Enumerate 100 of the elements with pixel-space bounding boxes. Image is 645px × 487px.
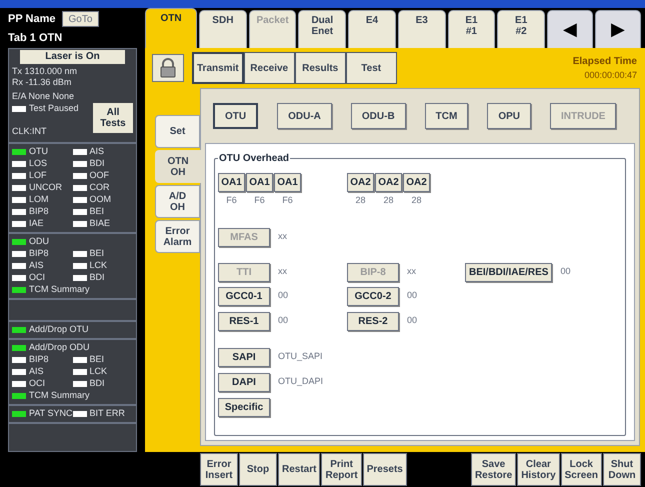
field-button[interactable]: BEI/BDI/IAE/RES (465, 262, 552, 282)
field-button[interactable]: SAPI (218, 348, 270, 366)
byte-value: F6 (254, 194, 265, 207)
byte-value: 28 (411, 194, 422, 207)
field-button[interactable]: DAPI (218, 372, 270, 392)
lock-button[interactable] (152, 54, 184, 82)
tx-reading: Tx 1310.000 nm (12, 66, 78, 77)
field-value: xx (278, 265, 287, 278)
side-tab[interactable]: A/D OH (155, 185, 200, 218)
field-button[interactable]: OA1 (218, 173, 245, 192)
field-button[interactable]: RES-1 (218, 312, 270, 330)
field-button[interactable]: RES-2 (347, 312, 399, 330)
field-button[interactable]: GCC0-2 (347, 286, 399, 306)
tab-label: Tab 1 OTN (8, 30, 64, 46)
toolbar-button[interactable]: Shut Down (603, 453, 641, 486)
alarm-label: OOF (90, 169, 109, 182)
status-label: Test Paused (29, 102, 79, 115)
tab[interactable]: Dual Enet (298, 10, 346, 48)
side-tab[interactable]: OTN OH (155, 150, 201, 183)
tab[interactable]: OTN (145, 8, 197, 48)
field-button[interactable]: OA2 (347, 173, 374, 192)
field-button[interactable]: GCC0-1 (218, 286, 270, 306)
field-button[interactable]: OA1 (274, 173, 301, 192)
toolbar-button[interactable]: Lock Screen (560, 453, 602, 486)
sub-tab[interactable]: Test (346, 52, 397, 84)
alarm-label: COR (90, 181, 110, 194)
alarm-label: OCI (29, 377, 46, 390)
alarm-label: BEI (90, 247, 104, 260)
goto-button[interactable]: GoTo (62, 11, 100, 28)
alarm-label: AIS (29, 365, 44, 378)
layer-button[interactable]: ODU-B (350, 103, 406, 129)
alarm-label: OCI (29, 271, 46, 284)
elapsed-time-label: Elapsed Time (572, 54, 637, 69)
tab-scroll-button[interactable]: ◀ (547, 10, 594, 48)
field-button[interactable]: OA2 (375, 173, 402, 192)
field-value: 00 (407, 314, 418, 328)
sub-tab[interactable]: Transmit (192, 52, 244, 84)
field-button[interactable]: OA1 (246, 173, 273, 192)
byte-value: F6 (226, 194, 237, 207)
all-tests-button[interactable]: All Tests (93, 103, 133, 133)
layer-button[interactable]: OPU (487, 103, 532, 129)
tab[interactable]: E3 (398, 10, 446, 48)
toolbar-button[interactable]: Error Insert (200, 453, 238, 486)
alarm-label: OTU (29, 145, 48, 158)
alarm-label: ODU (29, 235, 49, 248)
layer-button[interactable]: OTU (213, 103, 258, 129)
sub-tab[interactable]: Receive (244, 52, 295, 84)
field-button: TTI (218, 262, 270, 282)
field-value: 00 (407, 289, 418, 302)
alarm-label: TCM Summary (29, 283, 90, 296)
field-button: BIP-8 (347, 262, 399, 282)
toolbar-button[interactable]: Restart (278, 453, 320, 486)
field-value: OTU_DAPI (278, 375, 324, 388)
alarm-label: BIT ERR (90, 407, 125, 420)
alarm-label: BEI (90, 205, 104, 218)
alarm-label: BDI (90, 271, 105, 284)
alarm-label: UNCOR (29, 181, 62, 194)
alarm-label: PAT SYNC (29, 407, 73, 420)
tab[interactable]: E1 #2 (497, 10, 546, 48)
field-button[interactable]: OA2 (403, 173, 430, 192)
field-button: MFAS (218, 228, 270, 246)
alarm-label: AIS (90, 145, 104, 158)
toolbar-button[interactable]: Clear History (517, 453, 560, 486)
alarm-label: AIS (29, 259, 44, 272)
alarm-label: LOS (29, 157, 48, 170)
byte-value: 28 (383, 194, 394, 207)
toolbar-button[interactable]: Save Restore (470, 453, 516, 486)
alarm-label: LOF (29, 169, 47, 182)
tab[interactable]: SDH (199, 10, 247, 48)
alarm-label: LOM (29, 193, 49, 206)
toolbar-button[interactable]: Stop (239, 453, 277, 486)
field-value: OTU_SAPI (278, 350, 323, 364)
alarm-label: Add/Drop ODU (29, 341, 90, 354)
clock-source: CLK:INT (12, 124, 48, 138)
layer-button[interactable]: TCM (424, 103, 468, 129)
alarm-label: BIP8 (29, 205, 49, 218)
pp-name: PP Name (8, 12, 56, 27)
toolbar-button[interactable]: Print Report (321, 453, 362, 486)
alarm-label: OOM (90, 193, 111, 206)
side-tab[interactable]: Set (155, 115, 200, 148)
tab: Packet (248, 10, 296, 48)
tab[interactable]: E1 #1 (448, 10, 496, 48)
tab-scroll-button[interactable]: ▶ (595, 10, 642, 48)
alarm-label: LCK (90, 259, 108, 272)
alarm-label: Add/Drop OTU (29, 323, 89, 336)
field-value: xx (407, 265, 416, 278)
field-value: 00 (278, 314, 288, 328)
padlock-icon (159, 58, 177, 78)
layer-button[interactable]: ODU-A (277, 103, 332, 129)
byte-value: 28 (355, 194, 366, 207)
sub-tab[interactable]: Results (294, 52, 346, 84)
toolbar-button[interactable]: Presets (362, 453, 407, 486)
field-button[interactable]: Specific (218, 398, 270, 416)
alarm-label: TCM Summary (29, 389, 90, 402)
alarm-label: IAE (29, 217, 44, 230)
laser-button[interactable]: Laser is On (20, 50, 125, 64)
alarm-label: BIP8 (29, 247, 49, 260)
side-tab[interactable]: Error Alarm (155, 220, 200, 253)
field-value: 00 (560, 265, 570, 278)
tab[interactable]: E4 (348, 10, 396, 48)
